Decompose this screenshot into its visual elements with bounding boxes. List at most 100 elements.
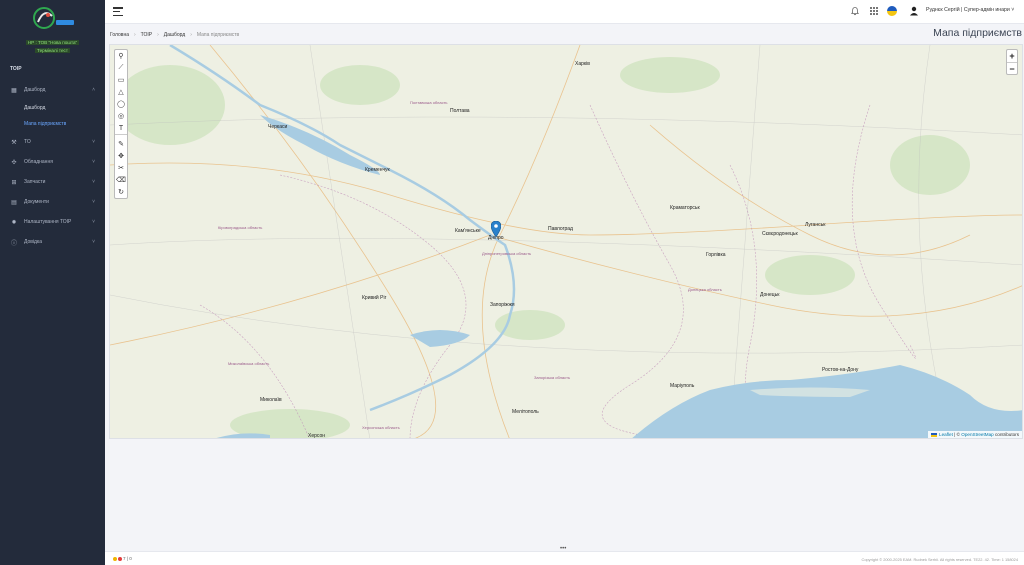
city-label: Сєвєродонецьк (762, 231, 798, 237)
city-label: Луганськ (805, 222, 826, 228)
city-label: Полтава (450, 108, 470, 114)
calendar-icon: ▦ (11, 87, 17, 94)
org-subname: Терміналі тест (35, 48, 70, 53)
city-label: Ростов-на-Дону (822, 367, 859, 373)
sidebar-item-dashboard[interactable]: ▦ Дашборд ˄ (0, 80, 105, 100)
copyright: Copyright © 2000-2025 EAM. Rudnek Serhii… (861, 557, 1018, 562)
user-name-label: Руднєк Сергій | Супер-адмін инари (926, 7, 1010, 13)
page-title: Мапа підприємств (933, 27, 1022, 39)
zoom-out-button[interactable]: − (1007, 62, 1017, 74)
draw-polyline-icon[interactable]: ⟋ (115, 62, 127, 74)
sidebar-item-label: Дашборд (24, 87, 46, 93)
region-label: Миколаївська область (228, 361, 270, 366)
equipment-icon: ✣ (11, 159, 17, 166)
status-text: 7 | 0 (123, 556, 132, 561)
sidebar-item-label: Довідка (24, 239, 42, 245)
info-icon: ⓘ (10, 240, 17, 247)
draw-circle-icon[interactable]: ◯ (115, 98, 127, 110)
osm-link[interactable]: OpenStreetMap (961, 432, 993, 437)
breadcrumb: Головна › ТОІР › Дашборд › Мапа підприєм… (110, 32, 239, 38)
city-label: Маріуполь (670, 383, 695, 389)
eraser-icon[interactable]: ⌫ (115, 174, 127, 186)
sidebar-item-label: Налаштування ТОІР (24, 219, 72, 225)
sidebar-section-title: ТОІР (10, 66, 22, 72)
draw-rectangle-icon[interactable]: ▭ (115, 74, 127, 86)
edit-layers-icon[interactable]: ✎ (115, 138, 127, 150)
attribution-separator: | © (954, 432, 960, 437)
chevron-right-icon: › (134, 32, 136, 38)
city-label: Херсон (308, 433, 325, 439)
sidebar-item-parts[interactable]: ⊞ Запчасти ˅ (0, 172, 105, 192)
chevron-down-icon: ˅ (92, 139, 95, 145)
city-label: Краматорськ (670, 205, 700, 211)
sidebar-item-equipment[interactable]: ✣ Обладнання ˅ (0, 152, 105, 172)
city-label: Донецьк (760, 292, 780, 298)
city-label: Харків (575, 61, 590, 67)
sidebar-nav: ▦ Дашборд ˄ Дашборд Мапа підприємств ⚒ Т… (0, 80, 105, 252)
city-label: Кременчук (365, 167, 390, 173)
status-dot-icon (118, 556, 122, 561)
map-attribution: Leaflet | © OpenStreetMap contributors (928, 431, 1022, 438)
ukraine-flag-icon (931, 432, 938, 437)
region-label: Полтавська область (410, 100, 448, 105)
sidebar-item-label: Запчасти (24, 179, 46, 185)
chevron-up-icon: ˄ (92, 87, 95, 93)
status-dot-icon (113, 556, 117, 561)
sidebar: НР : ТОВ "Нова пошта" Терміналі тест ТОІ… (0, 0, 105, 565)
city-label: Кривий Ріг (362, 295, 387, 301)
breadcrumb-toir[interactable]: ТОІР (141, 32, 152, 38)
draw-text-icon[interactable]: T (115, 122, 127, 134)
document-icon: ▤ (11, 199, 17, 206)
region-label: Запорізька область (534, 375, 571, 380)
bell-icon[interactable] (850, 6, 860, 16)
city-label: Запоріжжя (490, 302, 515, 308)
chevron-down-icon: ˅ (92, 159, 95, 165)
menu-toggle-icon[interactable] (113, 7, 123, 17)
breadcrumb-home[interactable]: Головна (110, 32, 129, 38)
sidebar-item-label: Обладнання (24, 159, 53, 165)
chevron-down-icon: ˅ (92, 179, 95, 185)
user-menu[interactable]: Руднєк Сергій | Супер-адмін инари ˅ (926, 7, 1014, 13)
drag-icon[interactable]: ✥ (115, 150, 127, 162)
region-label: Херсонська область (362, 425, 400, 430)
chevron-down-icon: ˅ (92, 239, 95, 245)
region-label: Дніпропетровська область (482, 251, 532, 256)
company-logo (33, 7, 74, 29)
city-label: Мелітополь (512, 409, 539, 415)
sidebar-item-to[interactable]: ⚒ ТО ˅ (0, 132, 105, 152)
draw-polygon-icon[interactable]: △ (115, 86, 127, 98)
map-marker-icon[interactable] (491, 221, 501, 237)
sidebar-item-help[interactable]: ⓘ Довідка ˅ (0, 232, 105, 252)
draw-marker-icon[interactable]: ⚲ (115, 50, 127, 62)
sidebar-subitem-enterprise-map[interactable]: Мапа підприємств (0, 116, 105, 132)
chevron-down-icon: ˅ (92, 199, 95, 205)
city-label: Кам'янське (455, 228, 481, 234)
zoom-in-button[interactable]: + (1007, 50, 1017, 62)
city-label: Черкаси (268, 124, 288, 130)
region-label: Кіровоградська область (218, 225, 263, 230)
language-flag-icon[interactable] (887, 6, 897, 16)
leaflet-link[interactable]: Leaflet (939, 432, 953, 437)
sidebar-subitem-dashboard[interactable]: Дашборд (0, 100, 105, 116)
attribution-tail: contributors (994, 432, 1019, 437)
cut-icon[interactable]: ✂ (115, 162, 127, 174)
chevron-right-icon: › (190, 32, 192, 38)
zoom-control: + − (1006, 49, 1018, 75)
rotate-icon[interactable]: ↻ (115, 186, 127, 198)
sidebar-item-settings[interactable]: ✹ Налаштування ТОІР ˅ (0, 212, 105, 232)
city-label: Миколаїв (260, 397, 282, 403)
gear-icon: ✹ (11, 219, 17, 226)
org-name: НР : ТОВ "Нова пошта" (25, 40, 80, 45)
draw-circle-marker-icon[interactable]: ◎ (115, 110, 127, 122)
sidebar-item-label: Документи (24, 199, 49, 205)
chevron-right-icon: › (157, 32, 159, 38)
sidebar-item-documents[interactable]: ▤ Документи ˅ (0, 192, 105, 212)
apps-grid-icon[interactable] (869, 6, 879, 16)
city-label: Горлівка (706, 252, 726, 258)
breadcrumb-dashboard[interactable]: Дашборд (164, 32, 185, 38)
footer: 7 | 0 Copyright © 2000-2025 EAM. Rudnek … (105, 551, 1024, 565)
chevron-down-icon: ˅ (1011, 7, 1015, 13)
user-icon[interactable] (909, 6, 919, 16)
map[interactable]: Харків Полтава Черкаси Кременчук Дніпро … (109, 44, 1023, 439)
tools-icon: ⚒ (11, 139, 17, 146)
